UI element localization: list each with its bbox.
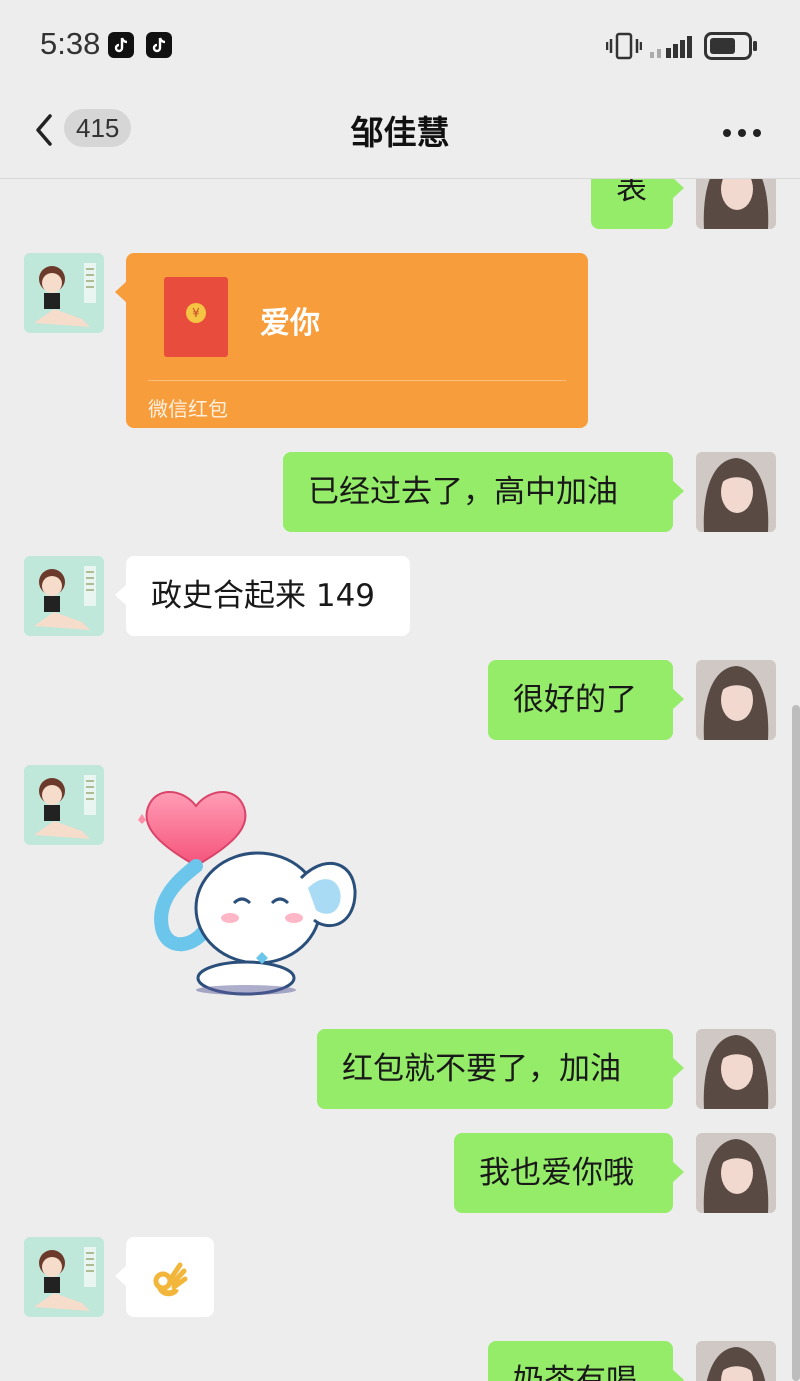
my-message-bubble[interactable]: 红包就不要了，加油 bbox=[317, 1029, 684, 1109]
my-avatar[interactable] bbox=[696, 1133, 776, 1213]
more-options-icon[interactable] bbox=[722, 128, 762, 138]
ok-hand-emoji-icon bbox=[153, 1262, 188, 1297]
my-message-bubble[interactable]: 表 bbox=[591, 178, 684, 229]
contact-avatar[interactable] bbox=[24, 253, 104, 333]
red-packet-divider bbox=[148, 380, 566, 381]
my-message-bubble[interactable]: 已经过去了，高中加油 bbox=[283, 452, 684, 532]
my-avatar[interactable] bbox=[696, 1029, 776, 1109]
tiktok-notification-icon bbox=[108, 32, 134, 58]
my-message-bubble[interactable]: 奶茶有喝 bbox=[488, 1341, 684, 1381]
contact-message-bubble[interactable]: 政史合起来 149 bbox=[115, 556, 410, 636]
my-avatar[interactable] bbox=[696, 660, 776, 740]
scrollbar[interactable] bbox=[792, 705, 800, 1381]
red-packet-message[interactable]: ¥ 爱你 微信红包 bbox=[115, 253, 588, 428]
vibrate-icon bbox=[606, 32, 642, 60]
chat-header: 415 邹佳慧 bbox=[0, 92, 800, 179]
red-packet-icon: ¥ bbox=[164, 277, 228, 357]
my-message-bubble[interactable]: 很好的了 bbox=[488, 660, 684, 740]
my-message-bubble[interactable]: 我也爱你哦 bbox=[454, 1133, 684, 1213]
my-avatar[interactable] bbox=[696, 452, 776, 532]
contact-avatar[interactable] bbox=[24, 556, 104, 636]
contact-avatar[interactable] bbox=[24, 765, 104, 845]
my-avatar[interactable] bbox=[696, 178, 776, 229]
battery-icon bbox=[704, 32, 757, 60]
signal-icon bbox=[650, 36, 692, 58]
my-avatar[interactable] bbox=[696, 1341, 776, 1381]
status-bar: 5:38 bbox=[0, 0, 800, 92]
contact-avatar[interactable] bbox=[24, 1237, 104, 1317]
chat-title: 邹佳慧 bbox=[350, 113, 450, 152]
contact-emoji-bubble[interactable]: 👌 bbox=[115, 1237, 214, 1317]
tiktok-notification-icon bbox=[146, 32, 172, 58]
red-packet-text: 爱你 bbox=[260, 306, 320, 341]
elephant-heart-sticker[interactable] bbox=[126, 778, 366, 1003]
red-packet-label: 微信红包 bbox=[148, 397, 228, 421]
status-time: 5:38 bbox=[40, 26, 101, 61]
message-list[interactable]: 表 ¥ 爱你 微信红包 已经过去了，高中加油 政史合起来 149 很好的了 红包… bbox=[0, 178, 800, 1381]
